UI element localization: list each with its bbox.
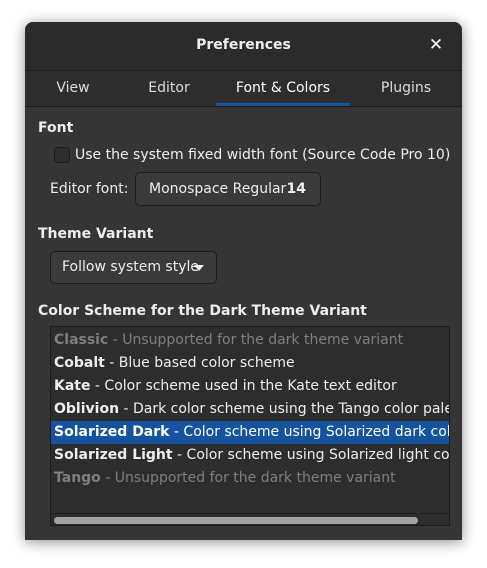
close-icon[interactable]: ✕ <box>428 35 444 55</box>
editor-font-size: 14 <box>286 181 306 197</box>
tab-bar: View Editor Font & Colors Plugins <box>25 71 462 107</box>
active-tab-indicator <box>216 103 350 106</box>
scheme-name: Cobalt <box>54 355 105 371</box>
scheme-description: - Dark color scheme using the Tango colo… <box>119 401 449 417</box>
title-bar: Preferences ✕ <box>25 22 462 71</box>
tab-font-colors[interactable]: Font & Colors <box>216 71 350 106</box>
tab-label: Editor <box>148 80 190 96</box>
dropdown-arrow-icon <box>194 265 204 271</box>
tab-plugins[interactable]: Plugins <box>350 71 462 106</box>
scheme-item-classic[interactable]: Classic - Unsupported for the dark theme… <box>51 329 449 352</box>
color-scheme-list[interactable]: Classic - Unsupported for the dark theme… <box>50 326 450 526</box>
tab-label: Font & Colors <box>235 80 331 96</box>
scheme-description: - Blue based color scheme <box>104 355 295 371</box>
font-heading: Font <box>38 120 74 136</box>
tab-label: Plugins <box>380 80 432 96</box>
scheme-item-cobalt[interactable]: Cobalt - Blue based color scheme <box>51 352 449 375</box>
editor-font-label: Editor font: <box>50 181 129 197</box>
theme-variant-value: Follow system style <box>62 259 199 275</box>
scheme-item-oblivion[interactable]: Oblivion - Dark color scheme using the T… <box>51 398 449 421</box>
scheme-name: Classic <box>54 332 109 348</box>
tab-editor[interactable]: Editor <box>121 71 217 106</box>
scheme-description: - Color scheme using Solarized light col… <box>177 447 449 463</box>
tab-label: View <box>56 80 90 96</box>
scheme-description: - Unsupported for the dark theme variant <box>108 332 404 348</box>
horizontal-scrollbar[interactable] <box>51 513 449 525</box>
scheme-description: - Unsupported for the dark theme variant <box>100 470 396 486</box>
editor-font-name: Monospace Regular <box>149 181 287 197</box>
window-title: Preferences <box>196 37 291 53</box>
system-font-checkbox-label[interactable]: Use the system fixed width font (Source … <box>75 147 450 163</box>
theme-variant-heading: Theme Variant <box>38 226 154 242</box>
scheme-item-kate[interactable]: Kate - Color scheme used in the Kate tex… <box>51 375 449 398</box>
scheme-name: Solarized Dark <box>54 424 170 440</box>
system-font-checkbox[interactable] <box>54 147 70 163</box>
editor-font-button[interactable]: Monospace Regular 14 <box>135 172 321 206</box>
scheme-name: Oblivion <box>54 401 120 417</box>
color-scheme-heading: Color Scheme for the Dark Theme Variant <box>38 303 367 319</box>
scrollbar-thumb[interactable] <box>54 517 418 524</box>
scheme-name: Tango <box>54 470 101 486</box>
scheme-item-solarized-light[interactable]: Solarized Light - Color scheme using Sol… <box>51 444 449 467</box>
scheme-item-tango[interactable]: Tango - Unsupported for the dark theme v… <box>51 467 449 490</box>
scheme-description: - Color scheme using Solarized dark colo… <box>173 424 449 440</box>
scheme-name: Kate <box>54 378 91 394</box>
preferences-window: Preferences ✕ View Editor Font & Colors … <box>25 22 462 540</box>
theme-variant-dropdown[interactable]: Follow system style <box>50 251 217 284</box>
scheme-item-solarized-dark[interactable]: Solarized Dark - Color scheme using Sola… <box>51 421 449 444</box>
scheme-description: - Color scheme used in the Kate text edi… <box>90 378 397 394</box>
scheme-name: Solarized Light <box>54 447 173 463</box>
tab-view[interactable]: View <box>25 71 121 106</box>
